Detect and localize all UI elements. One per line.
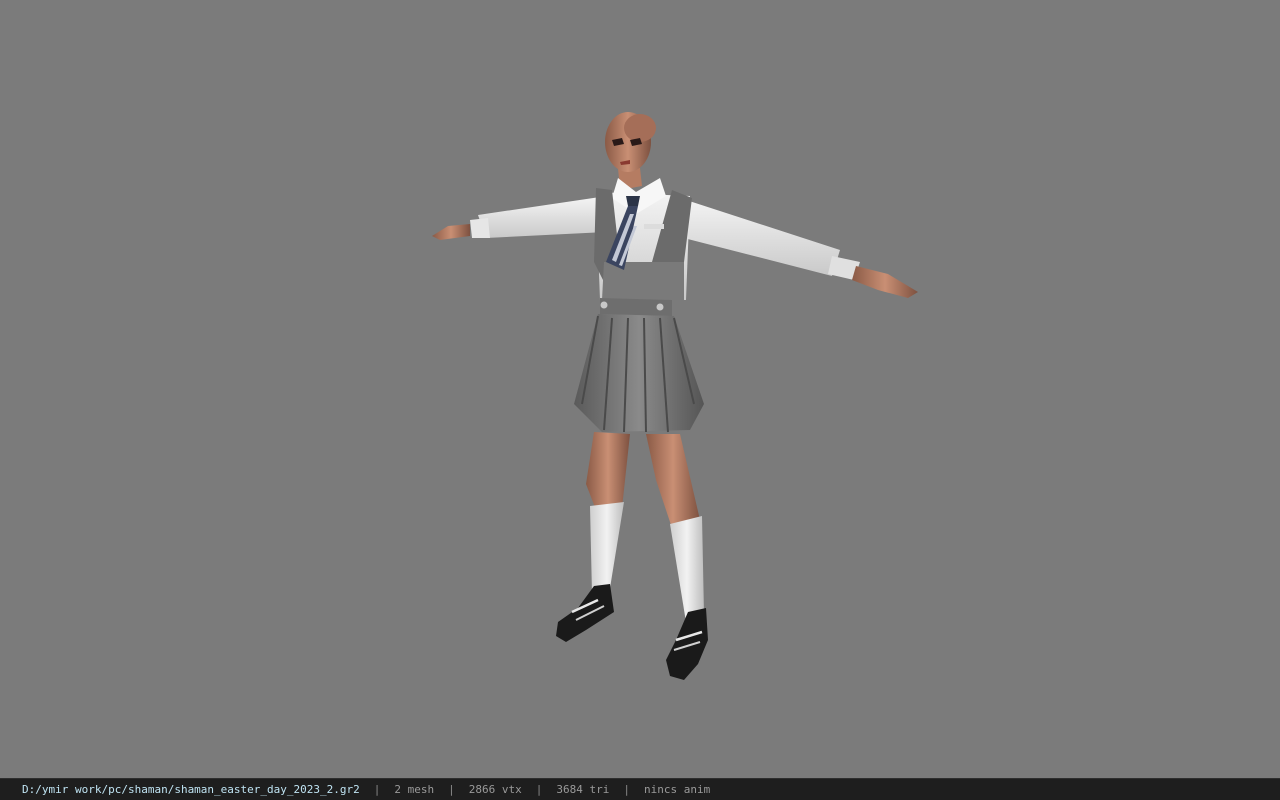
vertex-count: 2866 vtx <box>468 783 522 796</box>
separator: | <box>373 783 381 796</box>
anim-status: nincs anim <box>643 783 711 796</box>
status-bar: D:/ymir work/pc/shaman/shaman_easter_day… <box>0 778 1280 800</box>
separator: | <box>623 783 630 796</box>
triangle-count: 3684 tri <box>556 783 610 796</box>
mesh-count: 2 mesh <box>394 783 435 796</box>
file-path: D:/ymir work/pc/shaman/shaman_easter_day… <box>22 783 360 796</box>
left-arm <box>432 197 606 240</box>
separator: | <box>448 783 455 796</box>
head <box>605 112 656 172</box>
right-arm <box>676 198 918 298</box>
skirt <box>574 314 704 433</box>
separator: | <box>535 783 543 796</box>
3d-viewport[interactable] <box>0 0 1280 778</box>
character-model[interactable] <box>0 0 1280 778</box>
